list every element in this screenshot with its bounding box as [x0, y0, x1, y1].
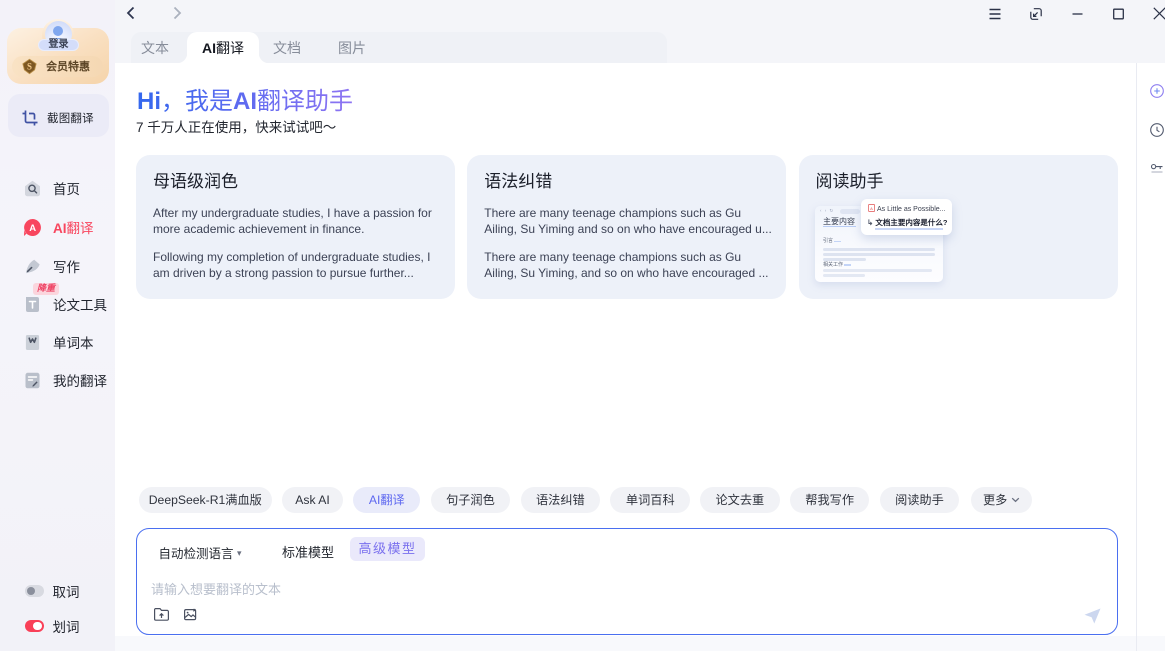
svg-text:A: A	[29, 223, 36, 234]
svg-text:S: S	[27, 61, 32, 71]
svg-text:A: A	[870, 206, 873, 211]
